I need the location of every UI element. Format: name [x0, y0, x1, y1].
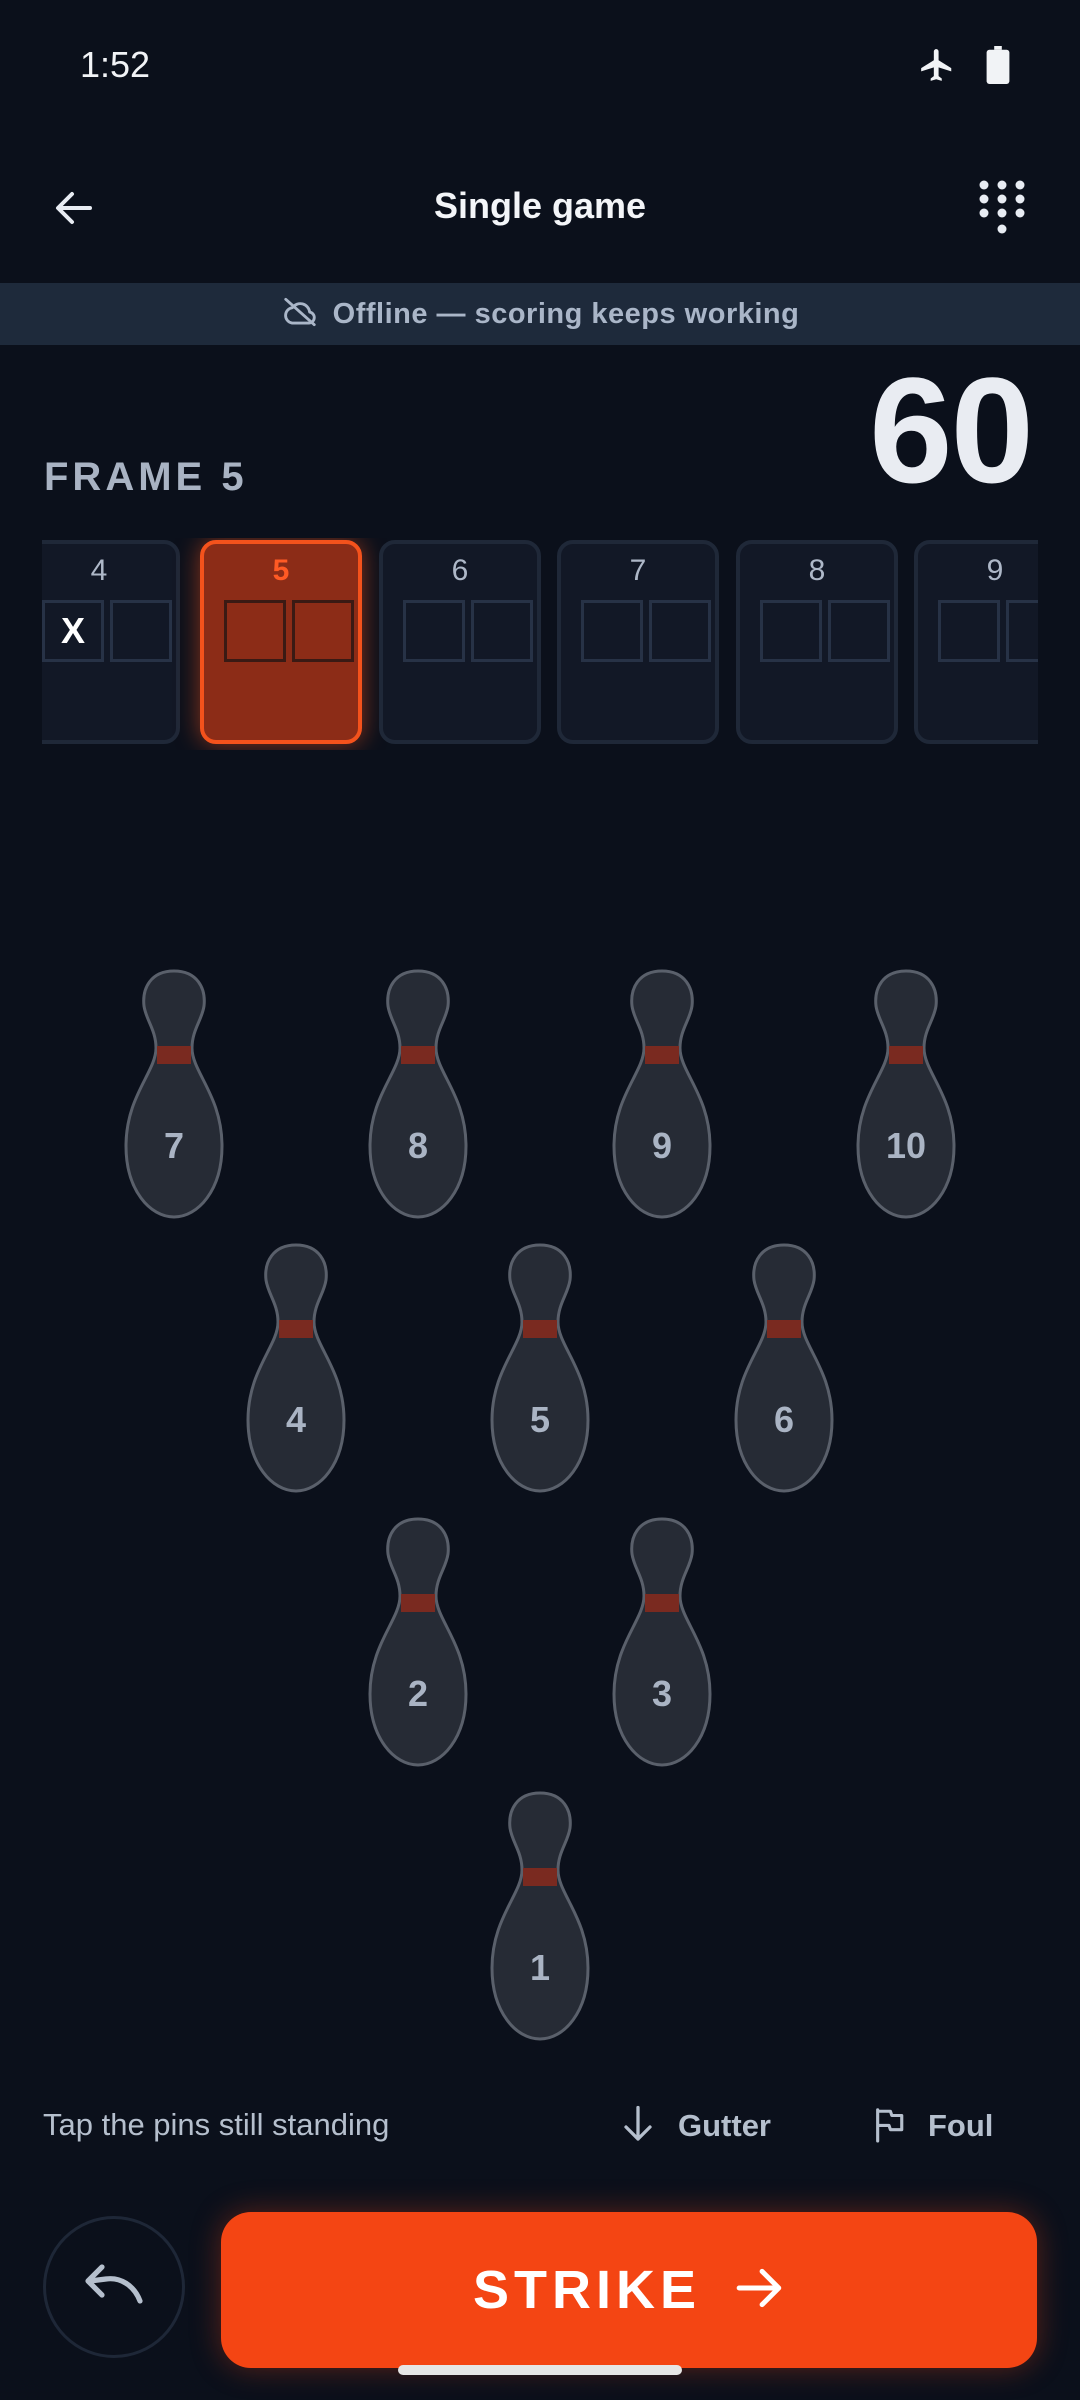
strike-label: STRIKE: [472, 2260, 702, 2320]
frame-number: 5: [272, 554, 290, 587]
pin-2[interactable]: 2: [367, 1516, 469, 1768]
frame-ball-2-box: [292, 600, 354, 662]
bowling-pin-icon: [734, 1243, 834, 1493]
pin-number: 6: [773, 1399, 795, 1440]
foul-label: Foul: [928, 2108, 994, 2143]
offline-banner-text: Offline — scoring keeps working: [332, 297, 800, 330]
pin-number: 9: [651, 1125, 673, 1166]
frame-number: 4: [90, 554, 108, 587]
bowling-pin-icon: [612, 1517, 712, 1767]
pin-number: 10: [885, 1125, 927, 1166]
bowling-pin-icon: [368, 1517, 468, 1767]
battery-icon: [986, 46, 1010, 89]
frame-card-8[interactable]: 8: [736, 540, 898, 744]
frame-ball-1-box: [403, 600, 465, 662]
pin-number: 2: [407, 1673, 429, 1714]
offline-banner: Offline — scoring keeps working: [0, 283, 1080, 345]
bowling-pin-icon: [368, 969, 468, 1219]
airplane-mode-icon: [918, 46, 956, 89]
pin-6[interactable]: 6: [733, 1242, 835, 1494]
gutter-button[interactable]: Gutter: [620, 2092, 771, 2160]
pin-7[interactable]: 7: [123, 968, 225, 1220]
frame-ball-1-box: [581, 600, 643, 662]
total-score: 60: [869, 346, 1034, 514]
pin-3[interactable]: 3: [611, 1516, 713, 1768]
frame-ball-1-box: [224, 600, 286, 662]
arrow-right-icon: [735, 2265, 785, 2316]
keypad-icon: [978, 179, 1026, 242]
pin-5[interactable]: 5: [489, 1242, 591, 1494]
keypad-button[interactable]: [964, 172, 1040, 248]
flag-icon: [872, 2105, 906, 2148]
frame-number: 7: [629, 554, 647, 587]
bowling-pin-icon: [124, 969, 224, 1219]
pin-4[interactable]: 4: [245, 1242, 347, 1494]
bowling-pin-icon: [490, 1791, 590, 2041]
frame-ball-2-box: [1006, 600, 1038, 662]
current-frame-label: FRAME 5: [44, 455, 248, 499]
frame-ball-2-box: [471, 600, 533, 662]
frame-ball-2-box: [649, 600, 711, 662]
frame-ball-1-box: [760, 600, 822, 662]
frame-card-5[interactable]: 5: [200, 540, 362, 744]
frame-number: 6: [451, 554, 469, 587]
status-time: 1:52: [80, 44, 151, 85]
frames-scroller[interactable]: 4 X 5 6 7 8 9: [42, 538, 1038, 750]
page-title: Single game: [433, 185, 647, 226]
pin-number: 7: [163, 1125, 185, 1166]
pins-hint: Tap the pins still standing: [43, 2107, 390, 2142]
gutter-label: Gutter: [678, 2108, 771, 2143]
frame-card-7[interactable]: 7: [557, 540, 719, 744]
frame-ball-2-box: [110, 600, 172, 662]
bowling-pin-icon: [246, 1243, 346, 1493]
undo-button[interactable]: [43, 2216, 185, 2358]
cloud-off-icon: [281, 296, 319, 333]
pin-number: 5: [529, 1399, 551, 1440]
foul-button[interactable]: Foul: [872, 2092, 993, 2160]
frame-card-9[interactable]: 9: [914, 540, 1038, 744]
pin-1[interactable]: 1: [489, 1790, 591, 2042]
frame-number: 9: [986, 554, 1004, 587]
home-indicator[interactable]: [398, 2365, 682, 2375]
pin-8[interactable]: 8: [367, 968, 469, 1220]
frame-ball-2-box: [828, 600, 890, 662]
pin-number: 8: [407, 1125, 429, 1166]
bowling-pin-icon: [612, 969, 712, 1219]
pin-10[interactable]: 10: [855, 968, 957, 1220]
undo-icon: [82, 2263, 146, 2312]
bowling-pin-icon: [490, 1243, 590, 1493]
pin-number: 3: [651, 1673, 673, 1714]
strike-button[interactable]: STRIKE: [221, 2212, 1037, 2368]
pin-9[interactable]: 9: [611, 968, 713, 1220]
pin-number: 1: [529, 1947, 551, 1988]
frame-number: 8: [808, 554, 826, 587]
frame-card-4[interactable]: 4 X: [42, 540, 180, 744]
arrow-down-icon: [620, 2104, 656, 2149]
bowling-pin-icon: [856, 969, 956, 1219]
frame-card-6[interactable]: 6: [379, 540, 541, 744]
frame-ball-1-box: X: [42, 600, 104, 662]
frame-ball-1-box: [938, 600, 1000, 662]
pin-number: 4: [285, 1399, 307, 1440]
status-icons: [918, 46, 1010, 89]
